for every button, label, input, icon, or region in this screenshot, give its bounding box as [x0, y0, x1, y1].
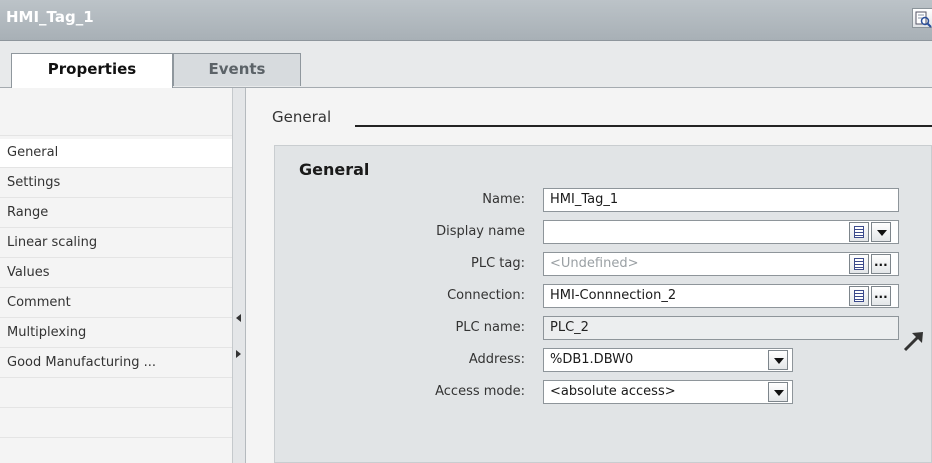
text-list-icon[interactable]: [849, 286, 869, 306]
text-list-icon[interactable]: [849, 222, 869, 242]
connection-field[interactable]: HMI-Connnection_2: [543, 284, 899, 308]
nav-empty-row: [0, 379, 232, 408]
text-list-icon[interactable]: [849, 254, 869, 274]
plc-tag-label: PLC tag:: [471, 256, 525, 271]
chevron-down-icon[interactable]: [871, 222, 891, 242]
title-bar: HMI_Tag_1: [0, 0, 932, 41]
nav-item-linear-scaling[interactable]: Linear scaling: [0, 229, 232, 258]
chevron-down-icon[interactable]: [768, 350, 788, 370]
browse-icon[interactable]: [871, 254, 891, 274]
nav-item-comment[interactable]: Comment: [0, 289, 232, 318]
nav-item-good-manufacturing[interactable]: Good Manufacturing ...: [0, 349, 232, 378]
section-header: General: [272, 108, 332, 126]
nav-item-general[interactable]: General: [0, 139, 232, 168]
nav-item-range[interactable]: Range: [0, 199, 232, 228]
section-divider: [355, 125, 932, 127]
display-name-label: Display name: [436, 224, 525, 239]
nav-empty-row: [0, 409, 232, 438]
property-nav: General Settings Range Linear scaling Va…: [0, 88, 240, 463]
general-panel: General Name: HMI_Tag_1 Display name PLC…: [274, 145, 932, 463]
name-field[interactable]: HMI_Tag_1: [543, 188, 899, 212]
plc-tag-field[interactable]: <Undefined>: [543, 252, 899, 276]
address-field[interactable]: %DB1.DBW0: [543, 348, 793, 372]
display-name-field[interactable]: [543, 220, 899, 244]
address-label: Address:: [468, 352, 525, 367]
plc-tag-placeholder: <Undefined>: [550, 256, 639, 271]
tab-events[interactable]: Events: [173, 53, 301, 86]
plc-name-field: PLC_2: [543, 316, 899, 340]
expand-right-icon[interactable]: [236, 350, 241, 358]
nav-item-settings[interactable]: Settings: [0, 169, 232, 198]
plc-name-label: PLC name:: [455, 320, 525, 335]
nav-item-values[interactable]: Values: [0, 259, 232, 288]
collapse-left-icon[interactable]: [236, 314, 241, 322]
tab-bar: Properties Events: [0, 41, 932, 88]
chevron-down-icon[interactable]: [768, 382, 788, 402]
tab-properties[interactable]: Properties: [11, 53, 173, 88]
splitter[interactable]: [232, 88, 246, 463]
window-title: HMI_Tag_1: [6, 8, 94, 26]
browse-icon[interactable]: [871, 286, 891, 306]
connection-label: Connection:: [447, 288, 525, 303]
nav-spacer: [0, 88, 232, 136]
content-area: General General Name: HMI_Tag_1 Display …: [246, 88, 932, 463]
nav-item-multiplexing[interactable]: Multiplexing: [0, 319, 232, 348]
access-mode-select[interactable]: <absolute access>: [543, 380, 793, 404]
access-mode-label: Access mode:: [435, 384, 525, 399]
go-to-icon[interactable]: [903, 330, 925, 352]
panel-title: General: [299, 160, 370, 179]
name-label: Name:: [482, 192, 525, 207]
zoom-page-icon[interactable]: [912, 8, 932, 28]
